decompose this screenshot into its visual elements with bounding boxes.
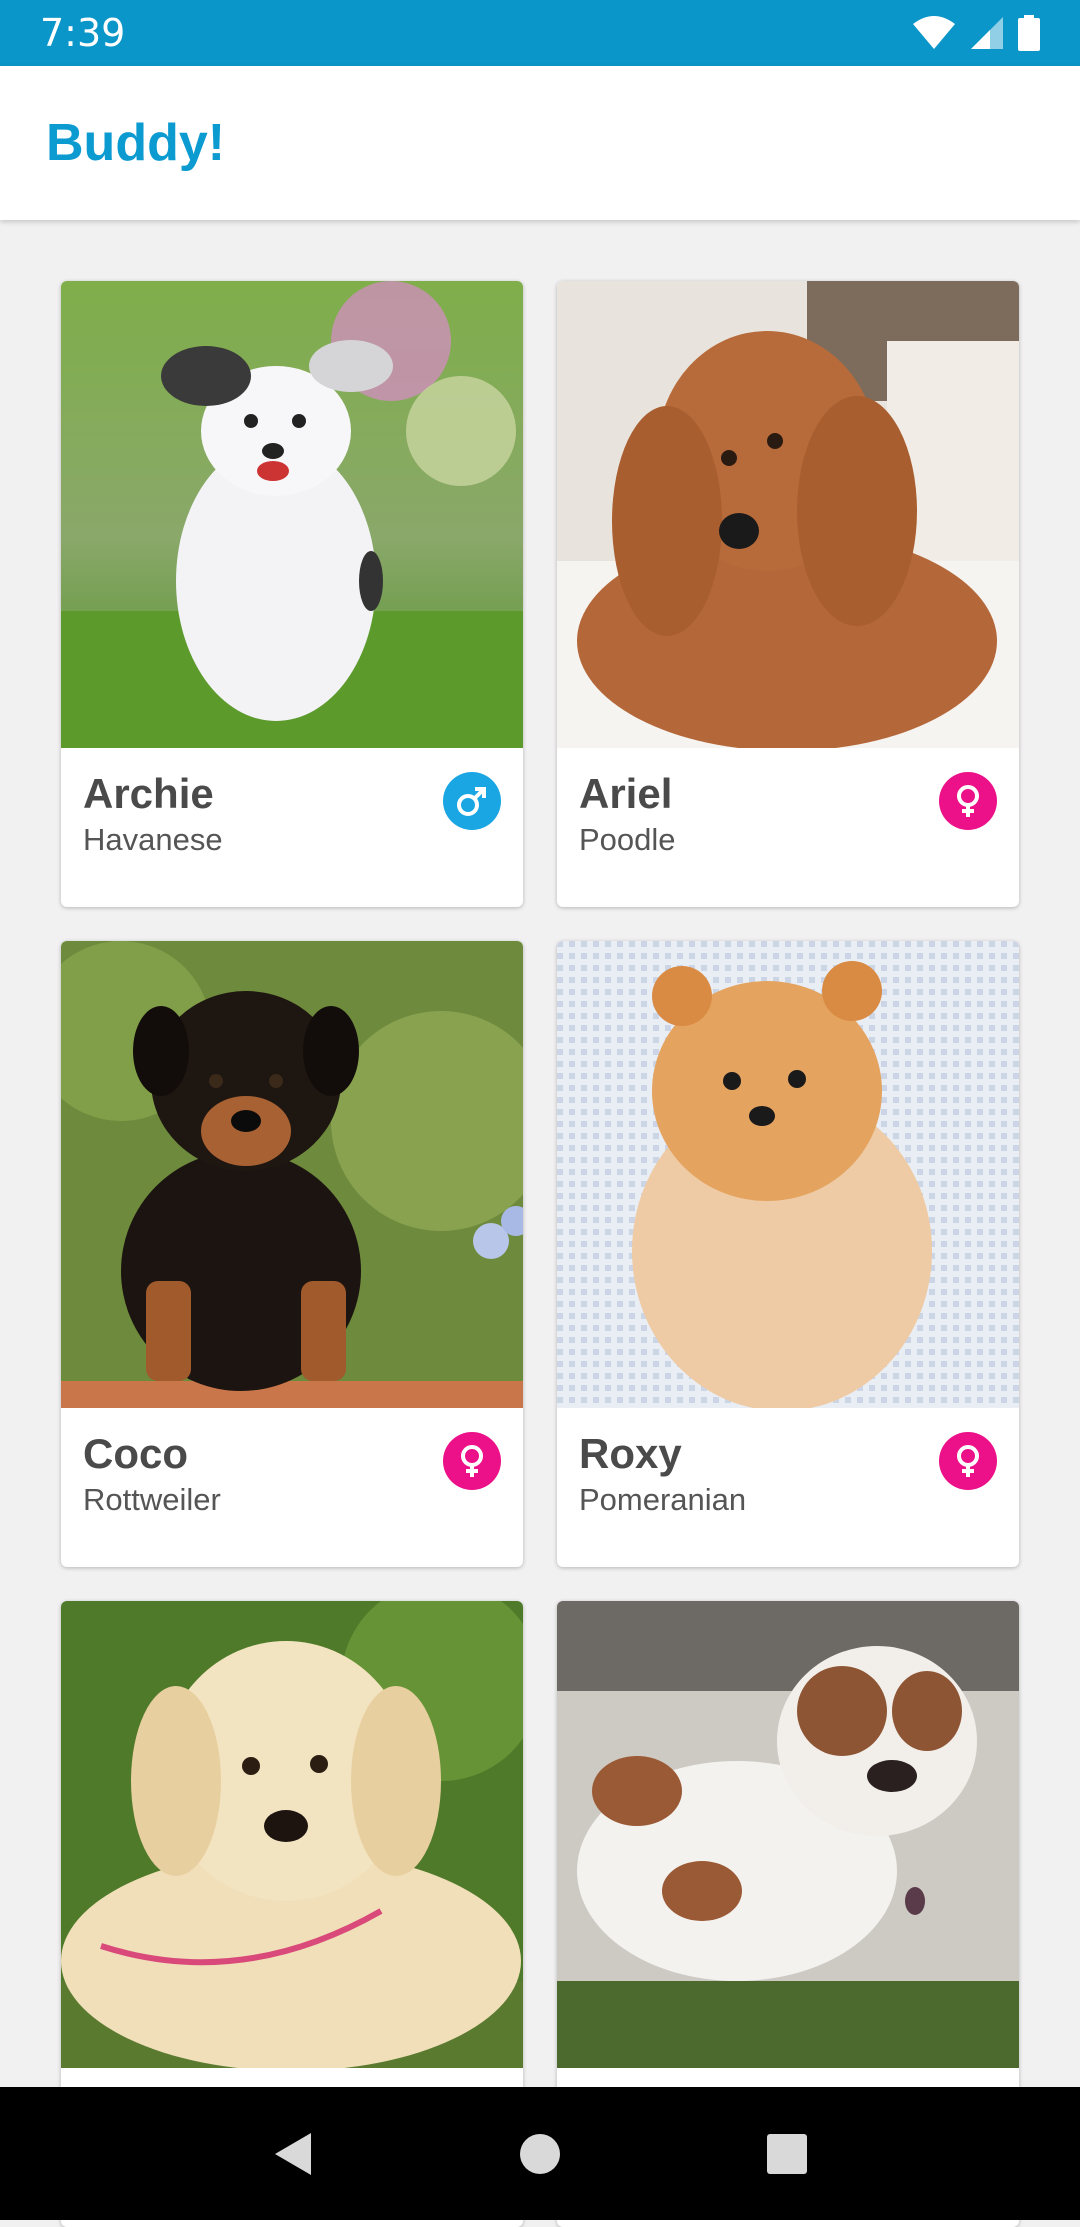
female-icon bbox=[939, 1432, 997, 1490]
dog-info: Coco Rottweiler bbox=[61, 1408, 523, 1567]
home-icon[interactable] bbox=[519, 2133, 561, 2175]
navigation-bar bbox=[0, 2087, 1080, 2220]
dog-photo bbox=[61, 941, 523, 1408]
male-icon bbox=[443, 772, 501, 830]
dog-info: Roxy Pomeranian bbox=[557, 1408, 1019, 1567]
dog-card[interactable]: Roxy Pomeranian bbox=[557, 941, 1019, 1567]
dog-breed: Poodle bbox=[579, 822, 676, 857]
back-icon[interactable] bbox=[273, 2131, 313, 2177]
dog-name: Ariel bbox=[579, 770, 673, 817]
dog-info: Archie Havanese bbox=[61, 748, 523, 907]
dog-breed: Rottweiler bbox=[83, 1482, 221, 1517]
status-time: 7:39 bbox=[40, 11, 126, 55]
dog-card[interactable]: Archie Havanese bbox=[61, 281, 523, 907]
dog-photo bbox=[557, 281, 1019, 748]
recents-icon[interactable] bbox=[767, 2133, 807, 2174]
dog-photo bbox=[557, 1601, 1019, 2068]
dog-card[interactable]: Coco Rottweiler bbox=[61, 941, 523, 1567]
dog-photo bbox=[557, 941, 1019, 1408]
dog-photo bbox=[61, 1601, 523, 2068]
dog-photo bbox=[61, 281, 523, 748]
dog-breed: Pomeranian bbox=[579, 1482, 747, 1517]
dog-card[interactable]: Ariel Poodle bbox=[557, 281, 1019, 907]
signal-icon bbox=[971, 17, 1003, 49]
dog-name: Coco bbox=[83, 1430, 188, 1477]
dog-grid: Archie Havanese Ariel Poodle Coco Rottwe… bbox=[61, 281, 1019, 2227]
female-icon bbox=[939, 772, 997, 830]
status-bar: 7:39 bbox=[0, 0, 1080, 66]
app-bar: Buddy! bbox=[0, 66, 1080, 220]
dog-info: Ariel Poodle bbox=[557, 748, 1019, 907]
dog-name: Roxy bbox=[579, 1430, 682, 1477]
wifi-icon bbox=[913, 16, 955, 49]
female-icon bbox=[443, 1432, 501, 1490]
app-title: Buddy! bbox=[46, 114, 226, 172]
status-icons bbox=[912, 15, 1040, 51]
battery-icon bbox=[1018, 15, 1040, 51]
dog-breed: Havanese bbox=[83, 822, 223, 857]
dog-name: Archie bbox=[83, 770, 214, 817]
